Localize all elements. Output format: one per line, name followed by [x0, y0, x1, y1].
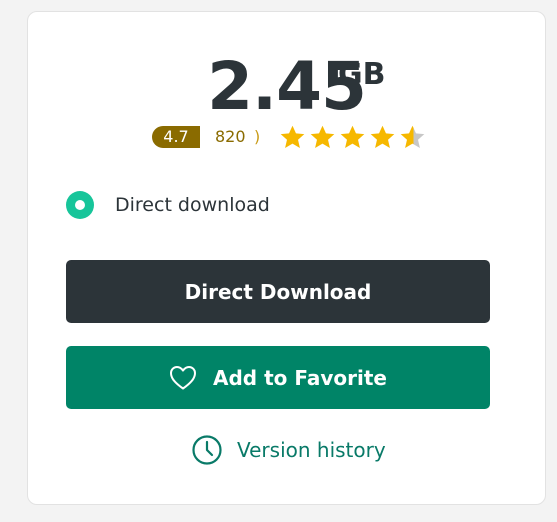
add-to-favorite-button[interactable]: Add to Favorite: [66, 346, 490, 409]
star-half-icon: [400, 125, 425, 148]
star-rating: [279, 124, 426, 151]
download-card: 2.45 GB 4.7 820 ) Direct download Direct…: [27, 11, 546, 505]
direct-download-button-label: Direct Download: [184, 279, 372, 304]
clock-icon: [192, 435, 222, 465]
direct-download-button[interactable]: Direct Download: [66, 260, 490, 323]
file-size-unit: GB: [338, 57, 386, 92]
star-icon: [310, 125, 335, 148]
radio-selected-icon[interactable]: [66, 191, 94, 219]
radio-dot: [75, 200, 85, 210]
rating-count: 820: [215, 127, 246, 146]
version-history-label: Version history: [237, 438, 386, 462]
star-icon: [340, 125, 365, 148]
version-history-link[interactable]: Version history: [191, 433, 386, 467]
direct-download-option-label: Direct download: [115, 194, 270, 216]
heart-icon: [170, 365, 197, 389]
star-icon: [370, 125, 395, 148]
rating-count-suffix: ): [254, 127, 261, 146]
star-icon: [280, 125, 305, 148]
file-size: 2.45: [28, 54, 545, 120]
rating-score-badge: 4.7: [152, 126, 200, 148]
add-to-favorite-label: Add to Favorite: [213, 365, 387, 390]
